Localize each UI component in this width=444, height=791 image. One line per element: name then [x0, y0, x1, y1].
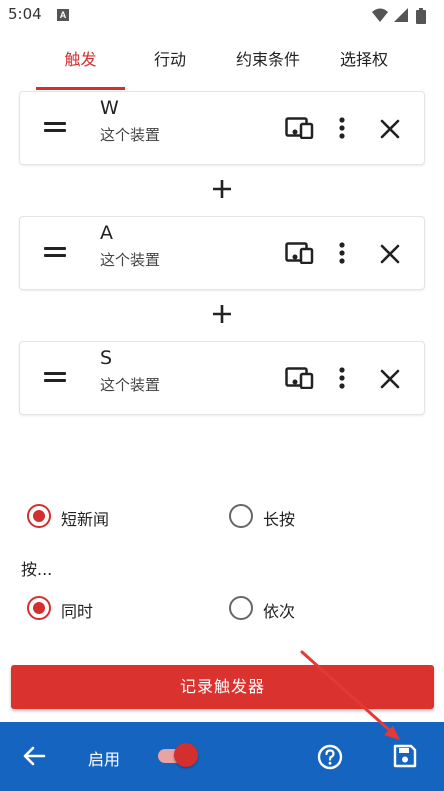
- click-type-group: 短新闻 长按: [0, 501, 444, 531]
- radio-short-press[interactable]: 短新闻: [27, 501, 147, 531]
- enable-label: 启用: [88, 750, 121, 769]
- more-vert-icon[interactable]: [336, 366, 348, 390]
- battery-icon: [416, 8, 426, 24]
- radio-button-checked[interactable]: [27, 504, 51, 528]
- tab-constraints[interactable]: 约束条件: [218, 32, 318, 90]
- tab-options[interactable]: 选择权: [325, 32, 403, 90]
- more-vert-icon[interactable]: [336, 116, 348, 140]
- radio-button-unchecked[interactable]: [229, 596, 253, 620]
- press-mode-label: 按...: [21, 560, 53, 579]
- key-device: 这个装置: [100, 126, 161, 144]
- key-device: 这个装置: [100, 251, 161, 269]
- status-time: 5:04: [8, 5, 42, 23]
- drag-handle-icon[interactable]: [44, 372, 66, 386]
- drag-handle-icon[interactable]: [44, 247, 66, 261]
- plus-icon: [213, 305, 231, 323]
- radio-label: 短新闻: [61, 510, 110, 529]
- drag-handle-icon[interactable]: [44, 122, 66, 136]
- annotation-arrow-icon: [300, 650, 400, 740]
- radio-label: 依次: [263, 602, 296, 621]
- tab-bar: 触发 行动 约束条件 选择权: [0, 32, 444, 90]
- back-arrow-icon[interactable]: [22, 745, 46, 767]
- close-icon[interactable]: [378, 242, 402, 266]
- status-bar: 5:04 A: [0, 0, 444, 32]
- press-mode-group: 同时 依次: [0, 593, 444, 623]
- more-vert-icon[interactable]: [336, 241, 348, 265]
- device-icon[interactable]: [285, 367, 315, 389]
- enable-toggle[interactable]: [156, 742, 200, 770]
- radio-button-checked[interactable]: [27, 596, 51, 620]
- tab-trigger[interactable]: 触发: [36, 32, 125, 90]
- plus-icon: [213, 180, 231, 198]
- trigger-key-card: S 这个装置: [19, 341, 425, 415]
- key-name: S: [100, 347, 113, 369]
- status-icons: [370, 6, 434, 26]
- radio-long-press[interactable]: 长按: [229, 501, 329, 531]
- trigger-content: W 这个装置 A 这个装置 S 这个装置 短新闻 长按 按... 同时 依次 记…: [0, 90, 444, 722]
- trigger-key-card: W 这个装置: [19, 91, 425, 165]
- close-icon[interactable]: [378, 117, 402, 141]
- radio-label: 同时: [61, 602, 94, 621]
- radio-label: 长按: [263, 510, 296, 529]
- app-notification-icon: A: [57, 9, 69, 21]
- toggle-thumb[interactable]: [174, 743, 198, 767]
- wifi-icon: [372, 8, 388, 22]
- device-icon[interactable]: [285, 117, 315, 139]
- key-name: W: [100, 97, 119, 119]
- trigger-key-card: A 这个装置: [19, 216, 425, 290]
- radio-sequential[interactable]: 依次: [229, 593, 329, 623]
- key-device: 这个装置: [100, 376, 161, 394]
- close-icon[interactable]: [378, 367, 402, 391]
- key-name: A: [100, 222, 113, 244]
- device-icon[interactable]: [285, 242, 315, 264]
- radio-button-unchecked[interactable]: [229, 504, 253, 528]
- radio-simultaneous[interactable]: 同时: [27, 593, 127, 623]
- signal-icon: [394, 8, 408, 22]
- tab-actions[interactable]: 行动: [135, 32, 205, 90]
